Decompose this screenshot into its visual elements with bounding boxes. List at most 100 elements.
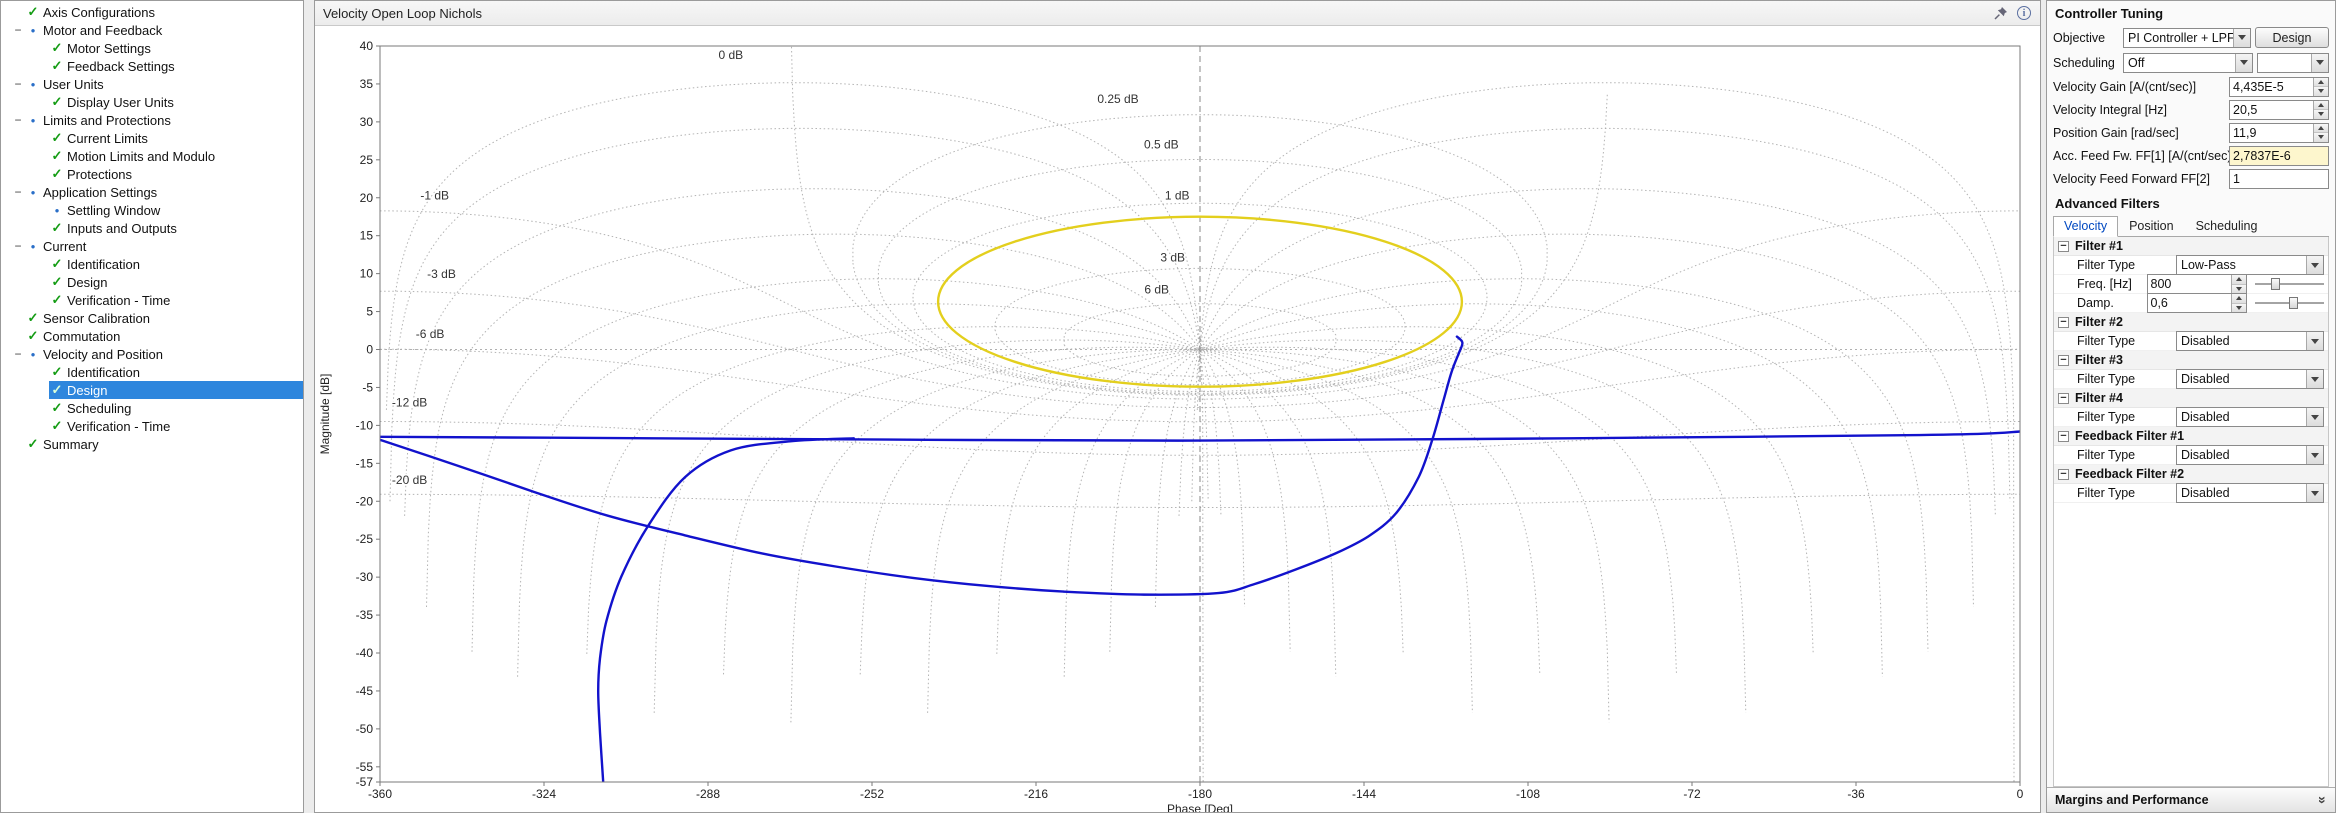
sidebar-item-identification[interactable]: ✓Identification (1, 255, 303, 273)
sidebar-item-summary[interactable]: ✓Summary (1, 435, 303, 453)
slider-thumb[interactable] (2271, 278, 2280, 290)
check-icon: ✓ (49, 400, 65, 416)
tree-collapse-icon[interactable]: − (11, 239, 25, 253)
param-input[interactable]: 11,9 (2229, 123, 2329, 143)
slider-track[interactable] (2255, 283, 2325, 285)
sidebar-item-verification-time[interactable]: ✓Verification - Time (1, 417, 303, 435)
sidebar-item-commutation[interactable]: ✓Commutation (1, 327, 303, 345)
filter-group-header[interactable]: −Filter #2 (2054, 313, 2328, 332)
design-button[interactable]: Design (2255, 27, 2329, 48)
tree-splitter[interactable] (304, 0, 314, 813)
sidebar-item-current[interactable]: −●Current (1, 237, 303, 255)
spinner[interactable] (2313, 78, 2328, 96)
slider-thumb[interactable] (2289, 297, 2298, 309)
sidebar-item-application-settings[interactable]: −●Application Settings (1, 183, 303, 201)
sidebar-item-inputs-and-outputs[interactable]: ✓Inputs and Outputs (1, 219, 303, 237)
chevron-down-icon[interactable] (2306, 484, 2323, 502)
spin-up-icon[interactable] (2314, 101, 2328, 110)
filter-param-input[interactable]: 800 (2147, 274, 2247, 294)
chevron-down-icon[interactable] (2306, 446, 2323, 464)
param-input[interactable]: 1 (2229, 169, 2329, 189)
spinner[interactable] (2231, 275, 2246, 293)
nichols-plot[interactable]: 0 dB0.25 dB0.5 dB1 dB3 dB6 dB-1 dB-3 dB-… (315, 26, 2043, 812)
spinner[interactable] (2231, 294, 2246, 312)
sidebar-item-feedback-settings[interactable]: ✓Feedback Settings (1, 57, 303, 75)
sidebar-item-motor-and-feedback[interactable]: −●Motor and Feedback (1, 21, 303, 39)
tree-collapse-icon[interactable]: − (11, 347, 25, 361)
filter-group-header[interactable]: −Filter #1 (2054, 237, 2328, 256)
filter-type-dropdown[interactable]: Disabled (2176, 407, 2324, 427)
tree-collapse-icon[interactable]: − (11, 113, 25, 127)
spin-up-icon[interactable] (2232, 275, 2246, 284)
objective-dropdown[interactable]: PI Controller + LPF (2123, 28, 2251, 48)
sidebar-item-velocity-and-position[interactable]: −●Velocity and Position (1, 345, 303, 363)
filter-type-dropdown[interactable]: Disabled (2176, 369, 2324, 389)
filter-param-input[interactable]: 0,6 (2147, 293, 2247, 313)
collapse-icon[interactable]: − (2058, 393, 2069, 404)
param-input[interactable]: 2,7837E-6 (2229, 146, 2329, 166)
sidebar-item-current-limits[interactable]: ✓Current Limits (1, 129, 303, 147)
filter-group-header[interactable]: −Feedback Filter #2 (2054, 465, 2328, 484)
spinner[interactable] (2313, 101, 2328, 119)
tab-position[interactable]: Position (2118, 216, 2184, 237)
filter-group-header[interactable]: −Filter #3 (2054, 351, 2328, 370)
tree-collapse-icon[interactable]: − (11, 23, 25, 37)
sidebar-item-limits-and-protections[interactable]: −●Limits and Protections (1, 111, 303, 129)
chevron-down-icon[interactable] (2306, 256, 2323, 274)
spin-up-icon[interactable] (2232, 294, 2246, 303)
tab-velocity[interactable]: Velocity (2053, 216, 2118, 237)
collapse-icon[interactable]: − (2058, 317, 2069, 328)
sidebar-item-scheduling[interactable]: ✓Scheduling (1, 399, 303, 417)
scheduling-mode-dropdown[interactable] (2257, 53, 2329, 73)
slider[interactable] (2255, 296, 2325, 310)
chevron-down-icon[interactable] (2311, 54, 2328, 72)
sidebar-item-design[interactable]: ✓Design (1, 381, 303, 399)
filter-type-dropdown[interactable]: Low-Pass (2176, 255, 2324, 275)
spin-down-icon[interactable] (2314, 109, 2328, 119)
scheduling-dropdown[interactable]: Off (2123, 53, 2253, 73)
sidebar-item-design[interactable]: ✓Design (1, 273, 303, 291)
sidebar-item-display-user-units[interactable]: ✓Display User Units (1, 93, 303, 111)
filter-group-header[interactable]: −Feedback Filter #1 (2054, 427, 2328, 446)
sidebar-item-sensor-calibration[interactable]: ✓Sensor Calibration (1, 309, 303, 327)
sidebar-item-user-units[interactable]: −●User Units (1, 75, 303, 93)
spin-down-icon[interactable] (2232, 303, 2246, 313)
filter-row: Freq. [Hz]800 (2054, 275, 2328, 294)
spinner[interactable] (2313, 124, 2328, 142)
sidebar-item-identification[interactable]: ✓Identification (1, 363, 303, 381)
param-input[interactable]: 4,435E-5 (2229, 77, 2329, 97)
chevron-down-icon[interactable] (2306, 332, 2323, 350)
param-input[interactable]: 20,5 (2229, 100, 2329, 120)
sidebar-item-motion-limits-and-modulo[interactable]: ✓Motion Limits and Modulo (1, 147, 303, 165)
chevron-double-icon[interactable]: » (2315, 796, 2331, 804)
slider[interactable] (2255, 277, 2325, 291)
filter-type-dropdown[interactable]: Disabled (2176, 483, 2324, 503)
chevron-down-icon[interactable] (2306, 370, 2323, 388)
chevron-down-icon[interactable] (2306, 408, 2323, 426)
spin-down-icon[interactable] (2314, 132, 2328, 142)
filter-type-dropdown[interactable]: Disabled (2176, 331, 2324, 351)
chevron-down-icon[interactable] (2233, 29, 2250, 47)
pin-icon[interactable] (1992, 5, 2008, 21)
collapse-icon[interactable]: − (2058, 241, 2069, 252)
sidebar-item-verification-time[interactable]: ✓Verification - Time (1, 291, 303, 309)
collapse-icon[interactable]: − (2058, 431, 2069, 442)
collapse-icon[interactable]: − (2058, 469, 2069, 480)
spin-up-icon[interactable] (2314, 78, 2328, 87)
tab-scheduling[interactable]: Scheduling (2185, 216, 2269, 237)
chevron-down-icon[interactable] (2235, 54, 2252, 72)
tree-collapse-icon[interactable]: − (11, 185, 25, 199)
tree-collapse-icon[interactable]: − (11, 77, 25, 91)
filter-type-dropdown[interactable]: Disabled (2176, 445, 2324, 465)
filter-group-header[interactable]: −Filter #4 (2054, 389, 2328, 408)
margins-performance-expander[interactable]: Margins and Performance » (2047, 787, 2335, 812)
collapse-icon[interactable]: − (2058, 355, 2069, 366)
sidebar-item-protections[interactable]: ✓Protections (1, 165, 303, 183)
spin-down-icon[interactable] (2314, 86, 2328, 96)
sidebar-item-motor-settings[interactable]: ✓Motor Settings (1, 39, 303, 57)
info-icon[interactable]: i (2016, 5, 2032, 21)
spin-up-icon[interactable] (2314, 124, 2328, 133)
sidebar-item-settling-window[interactable]: ●Settling Window (1, 201, 303, 219)
sidebar-item-axis-configurations[interactable]: ✓Axis Configurations (1, 3, 303, 21)
spin-down-icon[interactable] (2232, 284, 2246, 294)
